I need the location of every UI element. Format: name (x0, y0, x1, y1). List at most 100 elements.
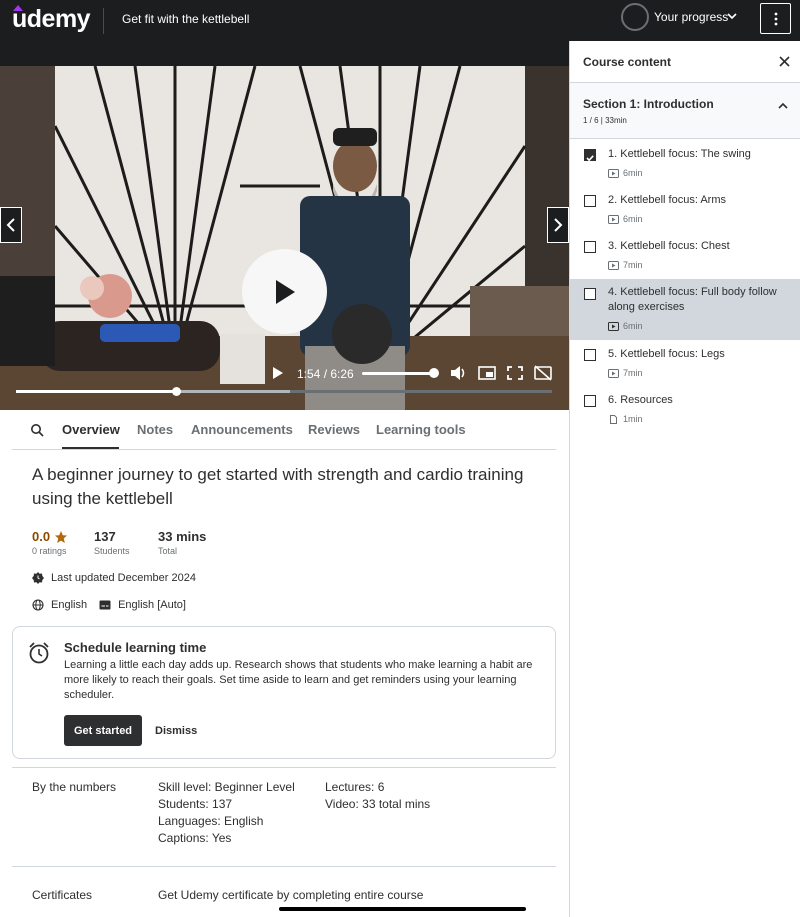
next-lecture-button[interactable] (547, 207, 569, 243)
lecture-duration-text: 7min (623, 368, 643, 378)
languages: Languages: English (158, 814, 264, 828)
lecture-duration-text: 6min (623, 321, 643, 331)
course-title[interactable]: Get fit with the kettlebell (122, 12, 249, 26)
lecture-title: 2. Kettlebell focus: Arms (608, 194, 726, 206)
numbers-column-1: Skill level: Beginner Level Students: 13… (158, 779, 295, 847)
captions: Captions: Yes (158, 831, 232, 845)
course-headline: A beginner journey to get started with s… (32, 465, 524, 508)
star-icon (55, 531, 67, 543)
tab-notes[interactable]: Notes (137, 422, 173, 437)
play-button-large[interactable] (242, 249, 327, 334)
chevron-left-icon (6, 218, 15, 232)
lecture-duration: 7min (608, 260, 643, 270)
total-duration-value: 33 mins (158, 529, 207, 544)
lectures-count: Lectures: 6 (325, 780, 385, 794)
numbers-column-2: Lectures: 6 Video: 33 total mins (325, 779, 430, 813)
active-tab-indicator (62, 447, 119, 449)
lecture-checkbox[interactable] (584, 288, 596, 300)
volume-icon[interactable] (450, 365, 468, 381)
lecture-checkbox[interactable] (584, 349, 596, 361)
divider-2 (12, 866, 556, 867)
lecture-item[interactable]: 3. Kettlebell focus: Chest 7min (570, 232, 800, 279)
language-text: English (51, 599, 88, 611)
lecture-checkbox[interactable] (584, 395, 596, 407)
tab-announcements[interactable]: Announcements (191, 422, 293, 437)
section-header[interactable]: Section 1: Introduction 1 / 6 | 33min (570, 83, 800, 139)
video-total: Video: 33 total mins (325, 797, 431, 811)
sidebar-title: Course content (583, 55, 672, 69)
skill-level: Skill level: Beginner Level (158, 780, 295, 794)
lecture-item[interactable]: 2. Kettlebell focus: Arms 6min (570, 186, 800, 232)
certificates-text: Get Udemy certificate by completing enti… (158, 888, 424, 902)
lecture-duration-text: 6min (623, 168, 643, 178)
volume-slider[interactable] (362, 372, 438, 375)
lecture-checkbox[interactable] (584, 149, 596, 162)
seek-progress (16, 390, 176, 393)
chevron-right-icon (554, 218, 563, 232)
students-count: Students: 137 (158, 797, 233, 811)
rating-value: 0.0 (32, 529, 51, 544)
video-icon (608, 214, 619, 224)
chevron-down-icon[interactable] (727, 11, 737, 21)
search-icon[interactable] (30, 423, 44, 437)
control-play-icon[interactable] (272, 366, 284, 380)
chevron-up-icon[interactable] (778, 101, 788, 111)
logo-text: udemy (12, 5, 91, 33)
lecture-duration: 6min (608, 168, 643, 178)
lecture-item[interactable]: 6. Resources 1min (570, 386, 800, 432)
last-updated: Last updated December 2024 (32, 572, 196, 584)
checkmark-icon (586, 155, 594, 162)
more-options-button[interactable] (760, 3, 791, 34)
progress-ring-icon[interactable] (621, 3, 649, 31)
course-content-sidebar: Course content Section 1: Introduction 1… (569, 41, 800, 917)
home-indicator[interactable] (279, 907, 526, 911)
logo-hat-icon (13, 5, 23, 11)
picture-in-picture-icon[interactable] (478, 365, 496, 381)
lecture-duration: 1min (608, 414, 643, 424)
rating-count: 0 ratings (32, 546, 67, 556)
lecture-duration: 6min (608, 321, 643, 331)
seek-knob[interactable] (172, 387, 181, 396)
certificates-heading: Certificates (32, 888, 93, 902)
lecture-duration-text: 7min (623, 260, 643, 270)
students-value: 137 (94, 529, 116, 544)
close-icon[interactable] (779, 56, 790, 67)
video-top-strip (0, 41, 569, 66)
course-tabs: Overview Notes Announcements Reviews Lea… (12, 410, 556, 450)
numbers-heading: By the numbers (32, 780, 117, 794)
header-divider (103, 8, 104, 34)
video-icon (608, 168, 619, 178)
video-player[interactable] (0, 66, 569, 410)
divider-1 (12, 767, 556, 768)
last-updated-text: Last updated December 2024 (51, 572, 196, 584)
sidebar-header: Course content (570, 41, 800, 83)
lecture-item-active[interactable]: 4. Kettlebell focus: Full body follow al… (570, 279, 800, 340)
file-icon (610, 414, 617, 424)
tab-learning-tools[interactable]: Learning tools (376, 422, 466, 437)
section-meta: 1 / 6 | 33min (583, 116, 627, 125)
previous-lecture-button[interactable] (0, 207, 22, 243)
lecture-item[interactable]: 1. Kettlebell focus: The swing 6min (570, 140, 800, 186)
captions-off-icon[interactable] (534, 365, 552, 381)
fullscreen-icon[interactable] (506, 365, 524, 381)
lecture-checkbox[interactable] (584, 195, 596, 207)
video-icon (608, 368, 619, 378)
lecture-title: 1. Kettlebell focus: The swing (608, 148, 751, 160)
get-started-button[interactable]: Get started (64, 715, 142, 746)
language-row: English English [Auto] (32, 599, 186, 611)
lecture-duration-text: 1min (623, 414, 643, 424)
tab-overview[interactable]: Overview (62, 422, 120, 437)
video-icon (608, 260, 619, 270)
video-time: 1:54 / 6:26 (297, 367, 354, 381)
udemy-logo[interactable]: udemy (12, 5, 91, 34)
tab-reviews[interactable]: Reviews (308, 422, 360, 437)
kebab-icon (774, 12, 777, 25)
lecture-item[interactable]: 5. Kettlebell focus: Legs 7min (570, 340, 800, 386)
volume-knob[interactable] (429, 368, 439, 378)
total-duration-label: Total (158, 546, 178, 556)
top-bar: udemy Get fit with the kettlebell Your p… (0, 0, 800, 41)
lecture-checkbox[interactable] (584, 241, 596, 253)
dismiss-button[interactable]: Dismiss (155, 725, 197, 737)
progress-label[interactable]: Your progress (654, 10, 728, 24)
lecture-duration: 6min (608, 214, 643, 224)
